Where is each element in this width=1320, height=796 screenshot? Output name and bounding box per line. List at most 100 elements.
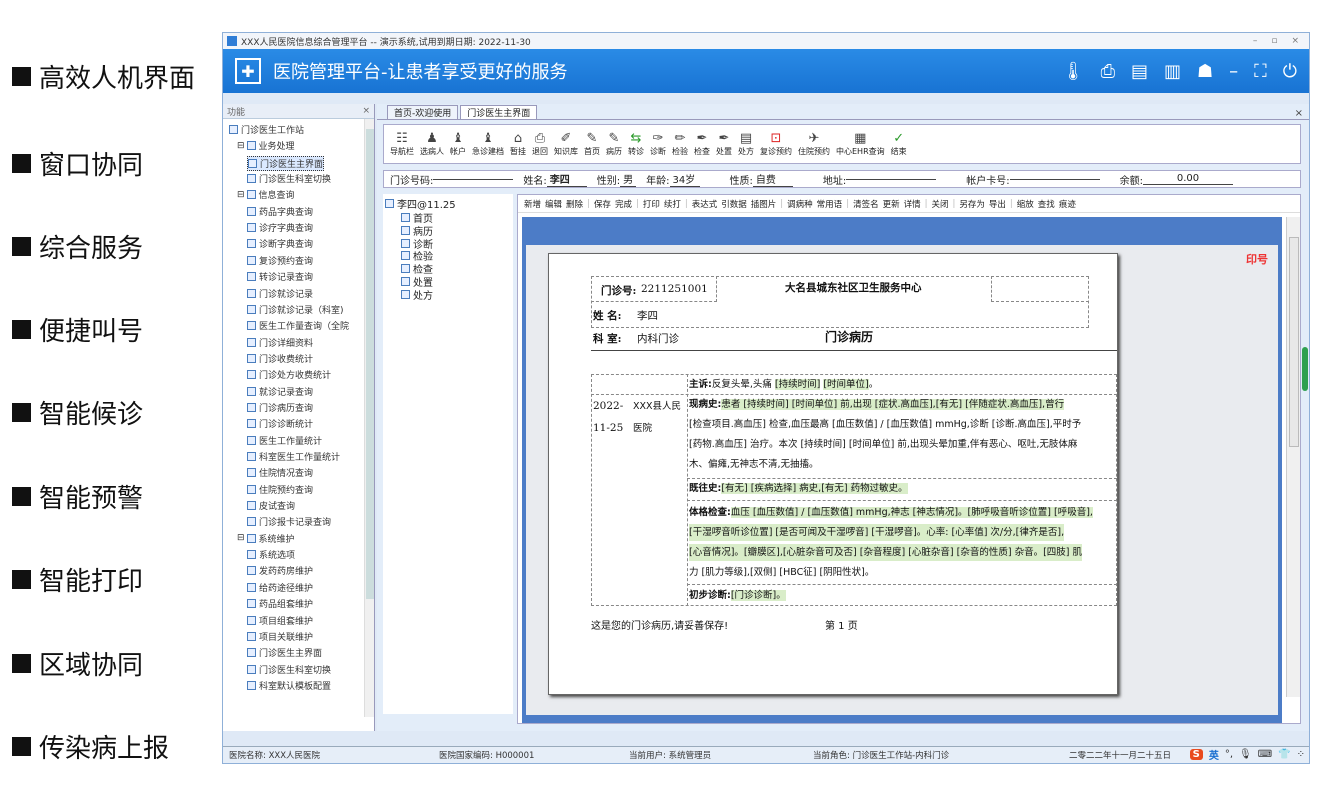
age-field[interactable]: 34岁 [669, 171, 700, 187]
tree-item[interactable]: 复诊预约查询 [247, 254, 313, 267]
editor-toolbar-button[interactable]: 查找 [1038, 198, 1055, 210]
tree-item[interactable]: 门诊医生科室切换 [247, 172, 331, 185]
tag-field[interactable]: [时间单位] [823, 379, 869, 390]
editor-toolbar-button[interactable]: 续打 [664, 198, 681, 210]
tree-item[interactable]: 住院情况查询 [247, 466, 313, 479]
medical-record-page[interactable]: 门诊号: 2211251001 大名县城东社区卫生服务中心 姓 名: 李四 科 … [548, 253, 1118, 695]
tree-item[interactable]: 门诊医生主界面 [247, 155, 325, 171]
toolbar-button[interactable]: ▤ 处方 [738, 131, 754, 157]
hpi-line2[interactable]: [检查项目.高血压] 检查,血压最高 [血压数值] / [血压数值] mmHg,… [689, 416, 1081, 433]
editor-toolbar-button[interactable]: 表达式 [692, 198, 718, 210]
editor-toolbar-button[interactable]: 编辑 [545, 198, 562, 210]
keyboard-icon[interactable]: ⌨ [1258, 749, 1272, 760]
tree-item[interactable]: 药品组套维护 [247, 597, 313, 610]
editor-toolbar-button[interactable]: 打印 [643, 198, 660, 210]
minimize-window-button[interactable]: – [1253, 36, 1258, 46]
tree-item[interactable]: 门诊详细资料 [247, 336, 313, 349]
user-icon[interactable]: ☗ [1197, 61, 1213, 82]
address-field[interactable] [846, 178, 937, 180]
tree-item[interactable]: 医生工作量统计 [247, 434, 322, 447]
tree-item[interactable]: 给药途径维护 [247, 581, 313, 594]
tree-item[interactable]: 系统选项 [247, 548, 295, 561]
tree-item[interactable]: 住院预约查询 [247, 483, 313, 496]
ime-logo-icon[interactable]: S [1189, 749, 1203, 760]
diag-text[interactable]: [门诊诊断]。 [730, 590, 786, 601]
exam-line2[interactable]: [干湿啰音听诊位置] [是否可闻及干湿啰音] [干湿啰音]。心率: [心率值] … [689, 524, 1065, 541]
editor-toolbar-button[interactable]: 缩放 [1017, 198, 1034, 210]
sex-field[interactable]: 男 [620, 171, 637, 187]
toolbar-button[interactable]: ⌂ 暂挂 [510, 131, 526, 157]
grid-icon[interactable]: ⁘ [1297, 749, 1305, 760]
tree-item[interactable]: 门诊就诊记录（科室) [247, 303, 344, 316]
tree-item[interactable]: 门诊报卡记录查询 [247, 515, 331, 528]
tree-item[interactable]: 转诊记录查询 [247, 270, 313, 283]
toolbar-button[interactable]: ☷ 导航栏 [390, 131, 414, 157]
tab-home[interactable]: 首页-欢迎使用 [387, 105, 459, 119]
name-field[interactable]: 李四 [546, 171, 587, 187]
minimize-icon[interactable]: – [1229, 61, 1238, 82]
tree-item[interactable]: 门诊医生工作站 [227, 123, 304, 136]
tree-item[interactable]: 门诊病历查询 [247, 401, 313, 414]
record-tree-root[interactable]: 李四@11.25 [385, 196, 456, 211]
toolbar-button[interactable]: ✑ 诊断 [650, 131, 666, 157]
toolbar-button[interactable]: ♝ 帐户 [450, 131, 466, 157]
monitor-icon[interactable]: ▤ [1131, 61, 1148, 82]
toolbar-button[interactable]: ✎ 首页 [584, 131, 600, 157]
stamp-icon[interactable]: 印号 [1246, 251, 1268, 267]
clinic-no-field[interactable] [433, 178, 514, 180]
tab-doctor-main[interactable]: 门诊医生主界面 [460, 105, 538, 119]
books-icon[interactable]: ▥ [1164, 61, 1181, 82]
editor-toolbar-button[interactable]: 引数据 [721, 198, 747, 210]
tree-item[interactable]: 门诊收费统计 [247, 352, 313, 365]
toolbar-button[interactable]: ✎ 病历 [606, 131, 622, 157]
tree-item[interactable]: 门诊医生主界面 [247, 646, 322, 659]
editor-toolbar-button[interactable]: 删除 [566, 198, 583, 210]
shirt-icon[interactable]: 👕 [1278, 749, 1290, 760]
toolbar-button[interactable]: ⇆ 转诊 [628, 131, 644, 157]
collapse-icon[interactable]: ⊟ [237, 190, 245, 200]
side-drag-handle[interactable] [1302, 347, 1308, 391]
tree-item[interactable]: 药品字典查询 [247, 205, 313, 218]
toolbar-button[interactable]: ✓ 结束 [891, 131, 907, 157]
thermometer-icon[interactable]: 🌡 [1062, 61, 1085, 82]
maximize-window-button[interactable]: ▫ [1271, 36, 1277, 46]
editor-toolbar-button[interactable]: 另存为 [959, 198, 985, 210]
tree-item[interactable]: 项目关联维护 [247, 630, 313, 643]
tag-field[interactable]: [持续时间] [774, 379, 821, 390]
exam-line4[interactable]: 力 [肌力等级],[双侧] [HBC征] [阴阳性状]。 [689, 564, 874, 581]
editor-toolbar-button[interactable]: 完成 [615, 198, 632, 210]
editor-toolbar-button[interactable]: 调病种 [787, 198, 813, 210]
mic-icon[interactable]: 🎙 [1239, 749, 1252, 760]
tree-item[interactable]: 科室默认模板配置 [247, 679, 331, 692]
tree-item[interactable]: 门诊就诊记录 [247, 287, 313, 300]
tree-item[interactable]: 皮试查询 [247, 499, 295, 512]
toolbar-button[interactable]: ⎙ 退回 [532, 131, 548, 157]
tree-item[interactable]: 发药药房维护 [247, 564, 313, 577]
close-tab-button[interactable]: × [1295, 108, 1309, 119]
toolbar-button[interactable]: ✐ 知识库 [554, 131, 578, 157]
function-tree-scrollbar[interactable] [364, 119, 374, 717]
record-tree-item[interactable]: 处方 [401, 287, 433, 302]
fullscreen-icon[interactable]: ⛶ [1254, 61, 1267, 82]
editor-toolbar-button[interactable]: 插图片 [751, 198, 777, 210]
editor-toolbar-button[interactable]: 新增 [524, 198, 541, 210]
tree-item[interactable]: ⊟ 业务处理 [237, 139, 295, 153]
close-panel-button[interactable]: × [362, 106, 370, 116]
punct-icon[interactable]: °, [1225, 749, 1233, 760]
toolbar-button[interactable]: ⊡ 复诊预约 [760, 131, 792, 157]
tree-item[interactable]: 门诊处方收费统计 [247, 368, 331, 381]
tree-item[interactable]: 门诊诊断统计 [247, 417, 313, 430]
exam-text[interactable]: 血压 [血压数值] / [血压数值] mmHg,神志 [神志情况]。[肺呼吸音听… [730, 507, 1093, 518]
toolbar-button[interactable]: ▦ 中心EHR查询 [836, 131, 885, 157]
tree-item[interactable]: 项目组套维护 [247, 614, 313, 627]
editor-toolbar-button[interactable]: 痕迹 [1059, 198, 1076, 210]
ime-language-toggle[interactable]: 英 [1209, 747, 1219, 762]
editor-toolbar-button[interactable]: 清签名 [853, 198, 879, 210]
editor-toolbar-button[interactable]: 更新 [883, 198, 900, 210]
toolbar-button[interactable]: ✈ 住院预约 [798, 131, 830, 157]
toolbar-button[interactable]: ✒ 处置 [716, 131, 732, 157]
hpi-text[interactable]: 患者 [持续时间] [时间单位] 前,出现 [症状.高血压],[有无] [伴随症… [721, 399, 1065, 410]
toolbar-button[interactable]: ✏ 检验 [672, 131, 688, 157]
tree-item[interactable]: 科室医生工作量统计 [247, 450, 340, 463]
collapse-icon[interactable]: ⊟ [237, 533, 245, 543]
